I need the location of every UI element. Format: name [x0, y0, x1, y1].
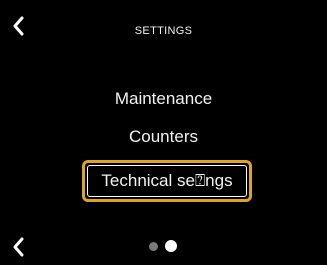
chevron-left-icon	[13, 237, 24, 257]
menu-item-maintenance[interactable]: Maintenance	[0, 89, 327, 109]
back-button-bottom[interactable]	[10, 236, 26, 258]
page-dot-2-active[interactable]	[165, 240, 177, 252]
page-title: SETTINGS	[134, 25, 193, 37]
menu-item-counters[interactable]: Counters	[0, 127, 327, 147]
page-dot-1[interactable]	[149, 241, 158, 251]
page-indicator	[149, 240, 177, 252]
settings-screen: SETTINGS Maintenance Counters Technical …	[0, 0, 327, 265]
menu-item-technical-settings[interactable]: Technical se⍰ngs	[82, 160, 252, 202]
menu-item-technical-settings-label: Technical se⍰ngs	[87, 165, 247, 197]
